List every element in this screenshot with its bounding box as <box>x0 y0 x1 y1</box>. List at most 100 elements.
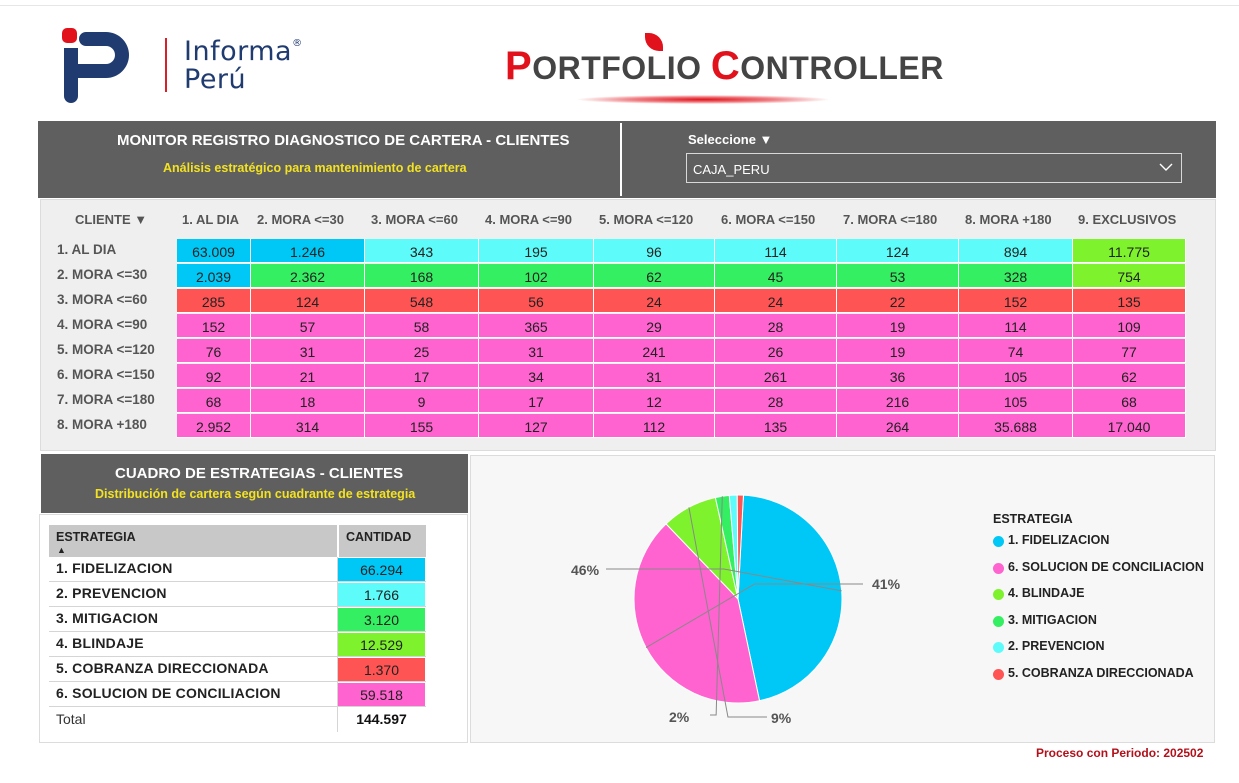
entity-select[interactable]: CAJA_PERU <box>686 153 1182 183</box>
matrix-cell[interactable]: 63.009 <box>177 239 251 263</box>
legend-item[interactable]: 1. FIDELIZACION <box>993 533 1204 560</box>
matrix-cell[interactable]: 124 <box>837 239 959 263</box>
matrix-cell[interactable]: 2.039 <box>177 264 251 288</box>
matrix-cell[interactable]: 195 <box>479 239 594 263</box>
matrix-cell[interactable]: 11.775 <box>1073 239 1186 263</box>
pie-data-label: 46% <box>571 562 600 578</box>
dashboard: Informa® Perú PORTFOLIO CONTROLLER MONIT… <box>0 0 1239 783</box>
matrix-cell[interactable]: 31 <box>479 339 594 363</box>
matrix-cell[interactable]: 12 <box>594 389 715 413</box>
matrix-cell[interactable]: 36 <box>837 364 959 388</box>
matrix-cell[interactable]: 102 <box>479 264 594 288</box>
matrix-cell[interactable]: 168 <box>365 264 479 288</box>
strategy-row[interactable]: 5. COBRANZA DIRECCIONADA 1.370 <box>49 657 426 682</box>
matrix-cell[interactable]: 77 <box>1073 339 1186 363</box>
matrix-cell[interactable]: 135 <box>715 414 837 438</box>
matrix-cell[interactable]: 25 <box>365 339 479 363</box>
matrix-cell[interactable]: 285 <box>177 289 251 313</box>
matrix-cell[interactable]: 264 <box>837 414 959 438</box>
strategy-row[interactable]: 4. BLINDAJE 12.529 <box>49 632 426 657</box>
matrix-cell[interactable]: 19 <box>837 314 959 338</box>
matrix-cell[interactable]: 127 <box>479 414 594 438</box>
legend-item[interactable]: 5. COBRANZA DIRECCIONADA <box>993 666 1204 693</box>
matrix-cell[interactable]: 365 <box>479 314 594 338</box>
strategy-row[interactable]: 6. SOLUCION DE CONCILIACION 59.518 <box>49 682 426 707</box>
matrix-cell[interactable]: 152 <box>177 314 251 338</box>
matrix-cell[interactable]: 17.040 <box>1073 414 1186 438</box>
matrix-cell[interactable]: 74 <box>959 339 1073 363</box>
matrix-cell[interactable]: 548 <box>365 289 479 313</box>
matrix-cell[interactable]: 28 <box>715 314 837 338</box>
matrix-cell[interactable]: 19 <box>837 339 959 363</box>
matrix-cell[interactable]: 76 <box>177 339 251 363</box>
matrix-cell[interactable]: 135 <box>1073 289 1186 313</box>
matrix-corner-header[interactable]: CLIENTE ▼ <box>75 212 147 227</box>
matrix-cell[interactable]: 62 <box>1073 364 1186 388</box>
matrix-cell[interactable]: 62 <box>594 264 715 288</box>
column-header-amount[interactable]: CANTIDAD <box>346 530 411 544</box>
matrix-cell[interactable]: 152 <box>959 289 1073 313</box>
matrix-cell[interactable]: 241 <box>594 339 715 363</box>
matrix-cell[interactable]: 109 <box>1073 314 1186 338</box>
matrix-cell[interactable]: 2.952 <box>177 414 251 438</box>
strategies-table: ESTRATEGIA ▲ CANTIDAD 1. FIDELIZACION 66.… <box>39 514 468 743</box>
pie-slice[interactable] <box>737 494 843 702</box>
matrix-cell[interactable]: 314 <box>251 414 365 438</box>
matrix-cell[interactable]: 124 <box>251 289 365 313</box>
legend-item[interactable]: 3. MITIGACION <box>993 613 1204 640</box>
matrix-cell[interactable]: 17 <box>365 364 479 388</box>
matrix-cell[interactable]: 155 <box>365 414 479 438</box>
matrix-cell[interactable]: 114 <box>715 239 837 263</box>
matrix-cell[interactable]: 45 <box>715 264 837 288</box>
legend-item[interactable]: 4. BLINDAJE <box>993 586 1204 613</box>
matrix-cell[interactable]: 328 <box>959 264 1073 288</box>
matrix-cell[interactable]: 34 <box>479 364 594 388</box>
strategy-amount: 3.120 <box>338 608 425 631</box>
matrix-cell[interactable]: 9 <box>365 389 479 413</box>
matrix-cell[interactable]: 68 <box>177 389 251 413</box>
column-header-strategy[interactable]: ESTRATEGIA <box>56 530 136 544</box>
matrix-row-label: 3. MORA <=60 <box>57 292 148 307</box>
strategy-row[interactable]: 2. PREVENCION 1.766 <box>49 582 426 607</box>
matrix-cell[interactable]: 216 <box>837 389 959 413</box>
strategy-amount: 66.294 <box>338 558 425 581</box>
matrix-cell[interactable]: 53 <box>837 264 959 288</box>
matrix-cell[interactable]: 261 <box>715 364 837 388</box>
pie-data-label: 9% <box>771 710 792 726</box>
matrix-cell[interactable]: 96 <box>594 239 715 263</box>
matrix-cell[interactable]: 112 <box>594 414 715 438</box>
matrix-cell[interactable]: 105 <box>959 364 1073 388</box>
matrix-cell[interactable]: 2.362 <box>251 264 365 288</box>
matrix-cell[interactable]: 31 <box>594 364 715 388</box>
matrix-cell[interactable]: 22 <box>837 289 959 313</box>
matrix-cell[interactable]: 29 <box>594 314 715 338</box>
matrix-cell[interactable]: 57 <box>251 314 365 338</box>
legend-item[interactable]: 2. PREVENCION <box>993 639 1204 666</box>
matrix-cell[interactable]: 68 <box>1073 389 1186 413</box>
strategy-row[interactable]: 3. MITIGACION 3.120 <box>49 607 426 632</box>
matrix-cell[interactable]: 21 <box>251 364 365 388</box>
header-separator <box>620 123 622 196</box>
matrix-cell[interactable]: 18 <box>251 389 365 413</box>
matrix-cell[interactable]: 56 <box>479 289 594 313</box>
matrix-cell[interactable]: 24 <box>594 289 715 313</box>
matrix-cell[interactable]: 92 <box>177 364 251 388</box>
matrix-cell[interactable]: 17 <box>479 389 594 413</box>
matrix-cell[interactable]: 343 <box>365 239 479 263</box>
matrix-cell[interactable]: 31 <box>251 339 365 363</box>
legend-label: 2. PREVENCION <box>1008 639 1105 653</box>
sort-ascending-icon[interactable]: ▲ <box>57 545 66 555</box>
matrix-column-header: 6. MORA <=150 <box>721 212 816 227</box>
matrix-cell[interactable]: 58 <box>365 314 479 338</box>
matrix-cell[interactable]: 1.246 <box>251 239 365 263</box>
matrix-cell[interactable]: 105 <box>959 389 1073 413</box>
matrix-cell[interactable]: 754 <box>1073 264 1186 288</box>
strategy-row[interactable]: 1. FIDELIZACION 66.294 <box>49 557 426 582</box>
matrix-cell[interactable]: 26 <box>715 339 837 363</box>
matrix-cell[interactable]: 24 <box>715 289 837 313</box>
matrix-cell[interactable]: 28 <box>715 389 837 413</box>
legend-item[interactable]: 6. SOLUCION DE CONCILIACION <box>993 560 1204 587</box>
matrix-cell[interactable]: 114 <box>959 314 1073 338</box>
matrix-cell[interactable]: 894 <box>959 239 1073 263</box>
matrix-cell[interactable]: 35.688 <box>959 414 1073 438</box>
